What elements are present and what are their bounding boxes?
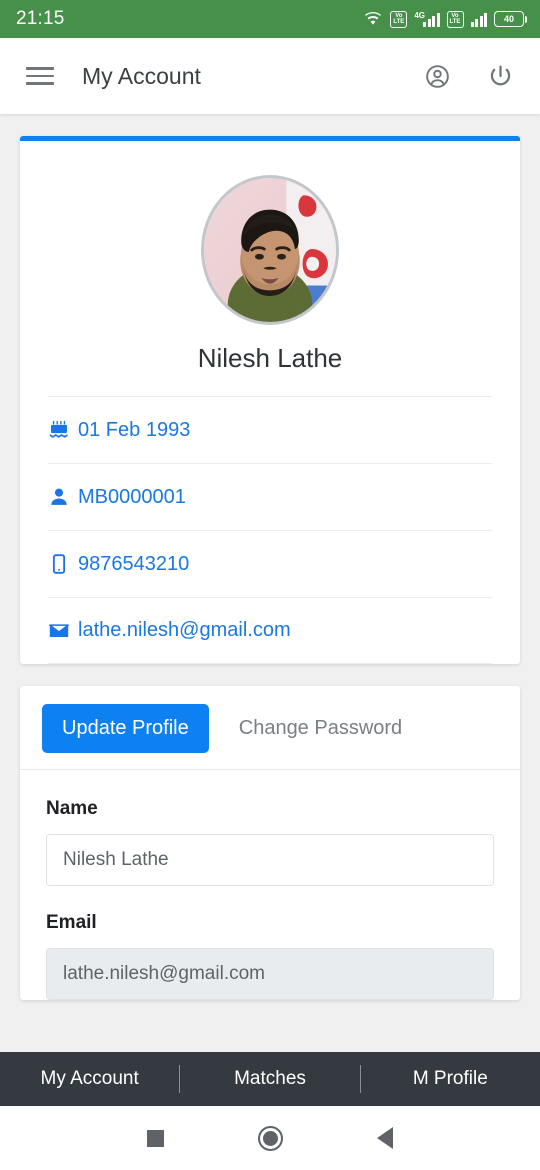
name-field-block: Name: [46, 798, 494, 886]
info-row-email: lathe.nilesh@gmail.com: [48, 597, 492, 664]
status-bar: 21:15 Vo LTE 4G Vo LTE 40: [0, 0, 540, 38]
tab-update-profile[interactable]: Update Profile: [42, 704, 209, 753]
profile-info-list: 01 Feb 1993 MB0000001 9876543210 lathe.n…: [20, 396, 520, 664]
bottom-navigation: My Account Matches M Profile: [0, 1052, 540, 1106]
member-id-value: MB0000001: [78, 485, 186, 508]
email-field-block: Email: [46, 912, 494, 1000]
birthdate-value: 01 Feb 1993: [78, 418, 191, 441]
person-icon: [51, 488, 67, 505]
profile-card: Nilesh Lathe 01 Feb 1993 MB0000001 98765…: [20, 136, 520, 664]
hamburger-menu-icon[interactable]: [26, 62, 54, 90]
triangle-back-icon[interactable]: [377, 1127, 393, 1149]
scroll-content[interactable]: Nilesh Lathe 01 Feb 1993 MB0000001 98765…: [0, 114, 540, 1052]
bottom-nav-matches[interactable]: Matches: [180, 1068, 359, 1090]
signal-bars-icon-2: [470, 11, 487, 27]
envelope-icon: [49, 623, 69, 637]
power-icon[interactable]: [487, 63, 514, 90]
name-field-label: Name: [46, 798, 98, 819]
circle-home-icon[interactable]: [258, 1125, 283, 1151]
volte-indicator-2: Vo LTE: [446, 10, 464, 28]
android-navigation-bar: [0, 1106, 540, 1170]
app-bar: My Account: [0, 38, 540, 114]
info-row-phone: 9876543210: [48, 530, 492, 597]
bottom-nav-m-profile[interactable]: M Profile: [361, 1068, 540, 1090]
square-recents-icon[interactable]: [147, 1129, 164, 1147]
email-input: [46, 948, 494, 1000]
tab-change-password[interactable]: Change Password: [219, 704, 422, 753]
mobile-phone-icon: [52, 554, 66, 574]
email-value: lathe.nilesh@gmail.com: [78, 619, 291, 641]
app-root: 21:15 Vo LTE 4G Vo LTE 40 My Account Nil…: [0, 0, 540, 1170]
avatar-container: [20, 141, 520, 325]
info-row-member-id: MB0000001: [48, 463, 492, 530]
profile-name: Nilesh Lathe: [197, 343, 343, 373]
email-field-label: Email: [46, 912, 97, 933]
app-bar-actions: [424, 63, 514, 90]
settings-card: Update Profile Change Password Name Emai…: [20, 686, 520, 1000]
account-circle-icon[interactable]: [424, 63, 451, 90]
battery-level-label: 40: [503, 14, 514, 24]
avatar[interactable]: [201, 175, 339, 325]
status-icons: Vo LTE 4G Vo LTE 40: [363, 10, 527, 28]
battery-icon: 40: [494, 11, 527, 27]
signal-bars-icon-1: [423, 11, 440, 27]
signal-group-1: 4G: [414, 11, 440, 27]
status-time: 21:15: [16, 8, 65, 29]
volte-indicator-1: Vo LTE: [390, 10, 408, 28]
name-input[interactable]: [46, 834, 494, 886]
birthday-cake-icon: [49, 420, 68, 438]
tab-bar: Update Profile Change Password: [20, 686, 520, 770]
avatar-photo: [204, 178, 336, 322]
info-row-birthdate: 01 Feb 1993: [48, 396, 492, 463]
page-title: My Account: [82, 62, 201, 89]
phone-value: 9876543210: [78, 552, 190, 575]
bottom-nav-my-account[interactable]: My Account: [0, 1068, 179, 1090]
update-profile-form: Name Email: [20, 770, 520, 1000]
wifi-icon: [365, 12, 382, 25]
